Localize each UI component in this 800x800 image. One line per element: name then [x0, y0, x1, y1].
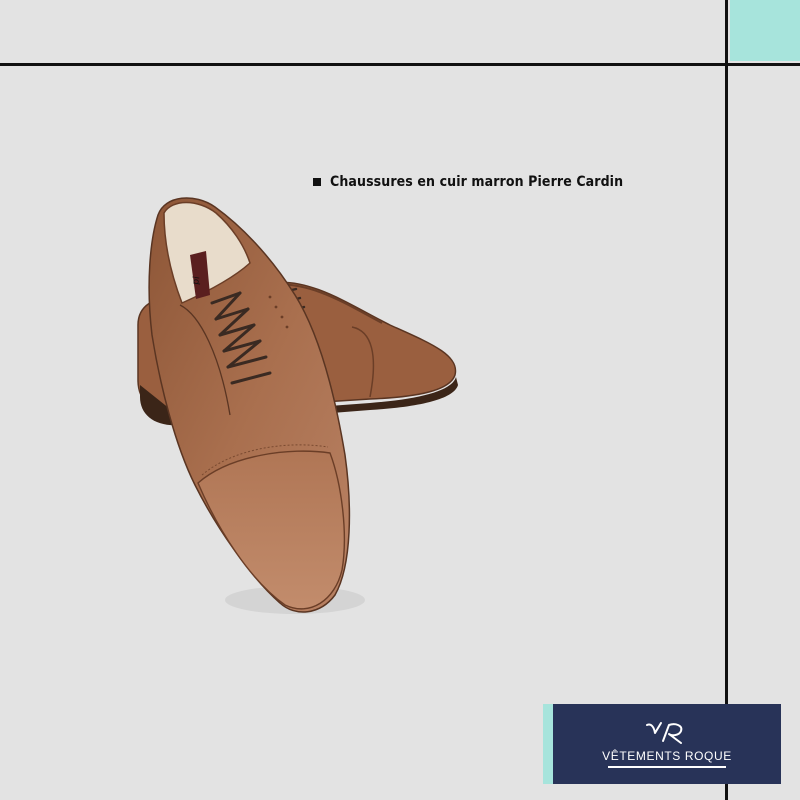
top-right-accent-block	[730, 0, 800, 61]
brand-underline	[608, 765, 726, 768]
brand-name: VÊTEMENTS ROQUE	[602, 748, 732, 763]
brand-logo: VÊTEMENTS ROQUE	[553, 704, 781, 784]
vertical-divider	[725, 0, 728, 800]
shoes-image: pi	[137, 197, 458, 614]
vr-monogram-icon	[646, 721, 683, 744]
svg-text:pi: pi	[191, 276, 202, 286]
horizontal-divider	[0, 63, 800, 66]
